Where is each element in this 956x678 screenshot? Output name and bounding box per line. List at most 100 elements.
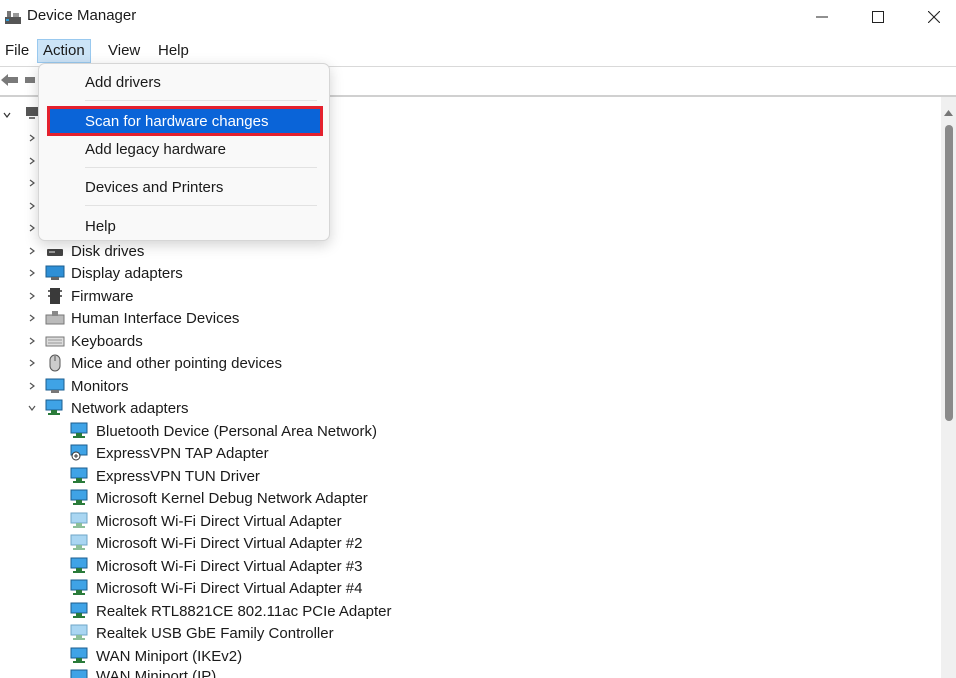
tree-device[interactable]: Microsoft Wi-Fi Direct Virtual Adapter #… <box>70 555 362 577</box>
chevron-right-icon[interactable] <box>27 336 37 346</box>
tree-device[interactable]: Bluetooth Device (Personal Area Network) <box>70 420 377 442</box>
display-adapter-icon <box>45 264 65 282</box>
tree-label: Firmware <box>71 287 134 305</box>
network-adapter-icon <box>70 534 90 552</box>
firmware-icon <box>45 287 65 305</box>
network-adapter-icon <box>70 647 90 665</box>
scroll-up-arrow-icon[interactable] <box>944 103 953 120</box>
chevron-right-icon[interactable] <box>27 172 37 194</box>
chevron-right-icon[interactable] <box>27 291 37 301</box>
network-adapter-icon <box>70 444 90 462</box>
chevron-right-icon[interactable] <box>27 381 37 391</box>
maximize-icon <box>872 11 884 23</box>
tree-device[interactable]: WAN Miniport (IKEv2) <box>70 645 242 667</box>
tree-device[interactable]: Microsoft Wi-Fi Direct Virtual Adapter #… <box>70 577 362 599</box>
keyboard-icon <box>45 332 65 350</box>
menu-view[interactable]: View <box>103 39 145 63</box>
tree-label: Microsoft Kernel Debug Network Adapter <box>96 489 368 507</box>
tree-category-hid[interactable]: Human Interface Devices <box>27 307 239 329</box>
menu-item-add-legacy-hardware[interactable]: Add legacy hardware <box>47 136 323 162</box>
tree-category-monitors[interactable]: Monitors <box>27 375 129 397</box>
network-adapter-icon <box>70 467 90 485</box>
network-adapter-icon <box>70 602 90 620</box>
title-bar: Device Manager <box>0 0 956 36</box>
monitor-icon <box>45 377 65 395</box>
back-arrow-icon[interactable] <box>0 72 20 92</box>
tree-category-display-adapters[interactable]: Display adapters <box>27 262 183 284</box>
tree-device[interactable]: Realtek USB GbE Family Controller <box>70 622 334 644</box>
maximize-button[interactable] <box>850 0 906 34</box>
device-manager-icon <box>4 8 22 26</box>
disk-drive-icon <box>45 242 65 260</box>
tree-label: Microsoft Wi-Fi Direct Virtual Adapter #… <box>96 557 363 575</box>
network-adapter-icon <box>70 579 90 597</box>
tree-label: WAN Miniport (IP) <box>96 668 217 678</box>
chevron-right-icon[interactable] <box>27 313 37 323</box>
tree-device[interactable]: WAN Miniport (IP) <box>70 667 216 678</box>
menu-file[interactable]: File <box>0 39 34 63</box>
tree-label: Realtek RTL8821CE 802.11ac PCIe Adapter <box>96 602 392 620</box>
tree-label: Microsoft Wi-Fi Direct Virtual Adapter #… <box>96 579 363 597</box>
window-title: Device Manager <box>27 7 137 24</box>
scrollbar-thumb[interactable] <box>945 125 953 421</box>
chevron-right-icon[interactable] <box>27 268 37 278</box>
network-adapter-icon <box>70 669 90 678</box>
action-menu: Add drivers Scan for hardware changes Ad… <box>38 63 330 241</box>
minimize-button[interactable] <box>794 0 850 34</box>
forward-arrow-icon[interactable] <box>24 72 36 92</box>
tree-label: WAN Miniport (IKEv2) <box>96 647 243 665</box>
tree-label: ExpressVPN TAP Adapter <box>96 444 269 462</box>
chevron-right-icon[interactable] <box>27 217 37 239</box>
menu-item-devices-and-printers[interactable]: Devices and Printers <box>47 174 323 200</box>
vertical-scrollbar[interactable] <box>941 97 956 678</box>
menu-help[interactable]: Help <box>153 39 194 63</box>
network-adapter-icon <box>70 422 90 440</box>
close-icon <box>928 11 940 23</box>
tree-label: Display adapters <box>71 264 183 282</box>
tree-label: Network adapters <box>71 399 189 417</box>
chevron-down-icon[interactable] <box>2 110 12 120</box>
menu-separator <box>85 100 317 101</box>
tree-label: Disk drives <box>71 242 145 260</box>
network-adapter-icon <box>70 512 90 530</box>
chevron-down-icon[interactable] <box>27 403 37 413</box>
chevron-right-icon[interactable] <box>27 195 37 217</box>
tree-device[interactable]: ExpressVPN TAP Adapter <box>70 442 269 464</box>
chevron-right-icon[interactable] <box>27 127 37 149</box>
network-adapter-icon <box>70 624 90 642</box>
tree-label: Microsoft Wi-Fi Direct Virtual Adapter <box>96 512 342 530</box>
tree-device[interactable]: Microsoft Wi-Fi Direct Virtual Adapter <box>70 510 342 532</box>
menu-bar: File Action View Help <box>0 37 956 65</box>
network-adapter-icon <box>45 399 65 417</box>
chevron-right-icon[interactable] <box>27 246 37 256</box>
tree-label: Keyboards <box>71 332 143 350</box>
network-adapter-icon <box>70 489 90 507</box>
chevron-right-icon[interactable] <box>27 150 37 172</box>
tree-device[interactable]: Microsoft Wi-Fi Direct Virtual Adapter #… <box>70 532 362 554</box>
tree-category-network-adapters[interactable]: Network adapters <box>27 397 189 419</box>
tree-device[interactable]: Realtek RTL8821CE 802.11ac PCIe Adapter <box>70 600 391 622</box>
menu-item-help[interactable]: Help <box>47 213 323 239</box>
tree-category-disk-drives[interactable]: Disk drives <box>27 240 144 262</box>
tree-label: Bluetooth Device (Personal Area Network) <box>96 422 377 440</box>
chevron-right-icon[interactable] <box>27 358 37 368</box>
tree-category-keyboards[interactable]: Keyboards <box>27 330 143 352</box>
menu-item-scan-for-hardware-changes[interactable]: Scan for hardware changes <box>47 106 323 136</box>
menu-action[interactable]: Action <box>37 39 91 63</box>
tree-device[interactable]: Microsoft Kernel Debug Network Adapter <box>70 487 368 509</box>
network-adapter-icon <box>70 557 90 575</box>
close-button[interactable] <box>906 0 956 34</box>
tree-root[interactable] <box>2 104 40 126</box>
minimize-icon <box>816 16 828 18</box>
menu-separator <box>85 205 317 206</box>
tree-label: ExpressVPN TUN Driver <box>96 467 260 485</box>
tree-category-mice[interactable]: Mice and other pointing devices <box>27 352 282 374</box>
menu-separator <box>85 167 317 168</box>
hid-icon <box>45 309 65 327</box>
tree-label: Microsoft Wi-Fi Direct Virtual Adapter #… <box>96 534 363 552</box>
tree-label: Monitors <box>71 377 129 395</box>
tree-label: Realtek USB GbE Family Controller <box>96 624 334 642</box>
tree-category-firmware[interactable]: Firmware <box>27 285 134 307</box>
menu-item-add-drivers[interactable]: Add drivers <box>47 69 323 95</box>
tree-device[interactable]: ExpressVPN TUN Driver <box>70 465 260 487</box>
